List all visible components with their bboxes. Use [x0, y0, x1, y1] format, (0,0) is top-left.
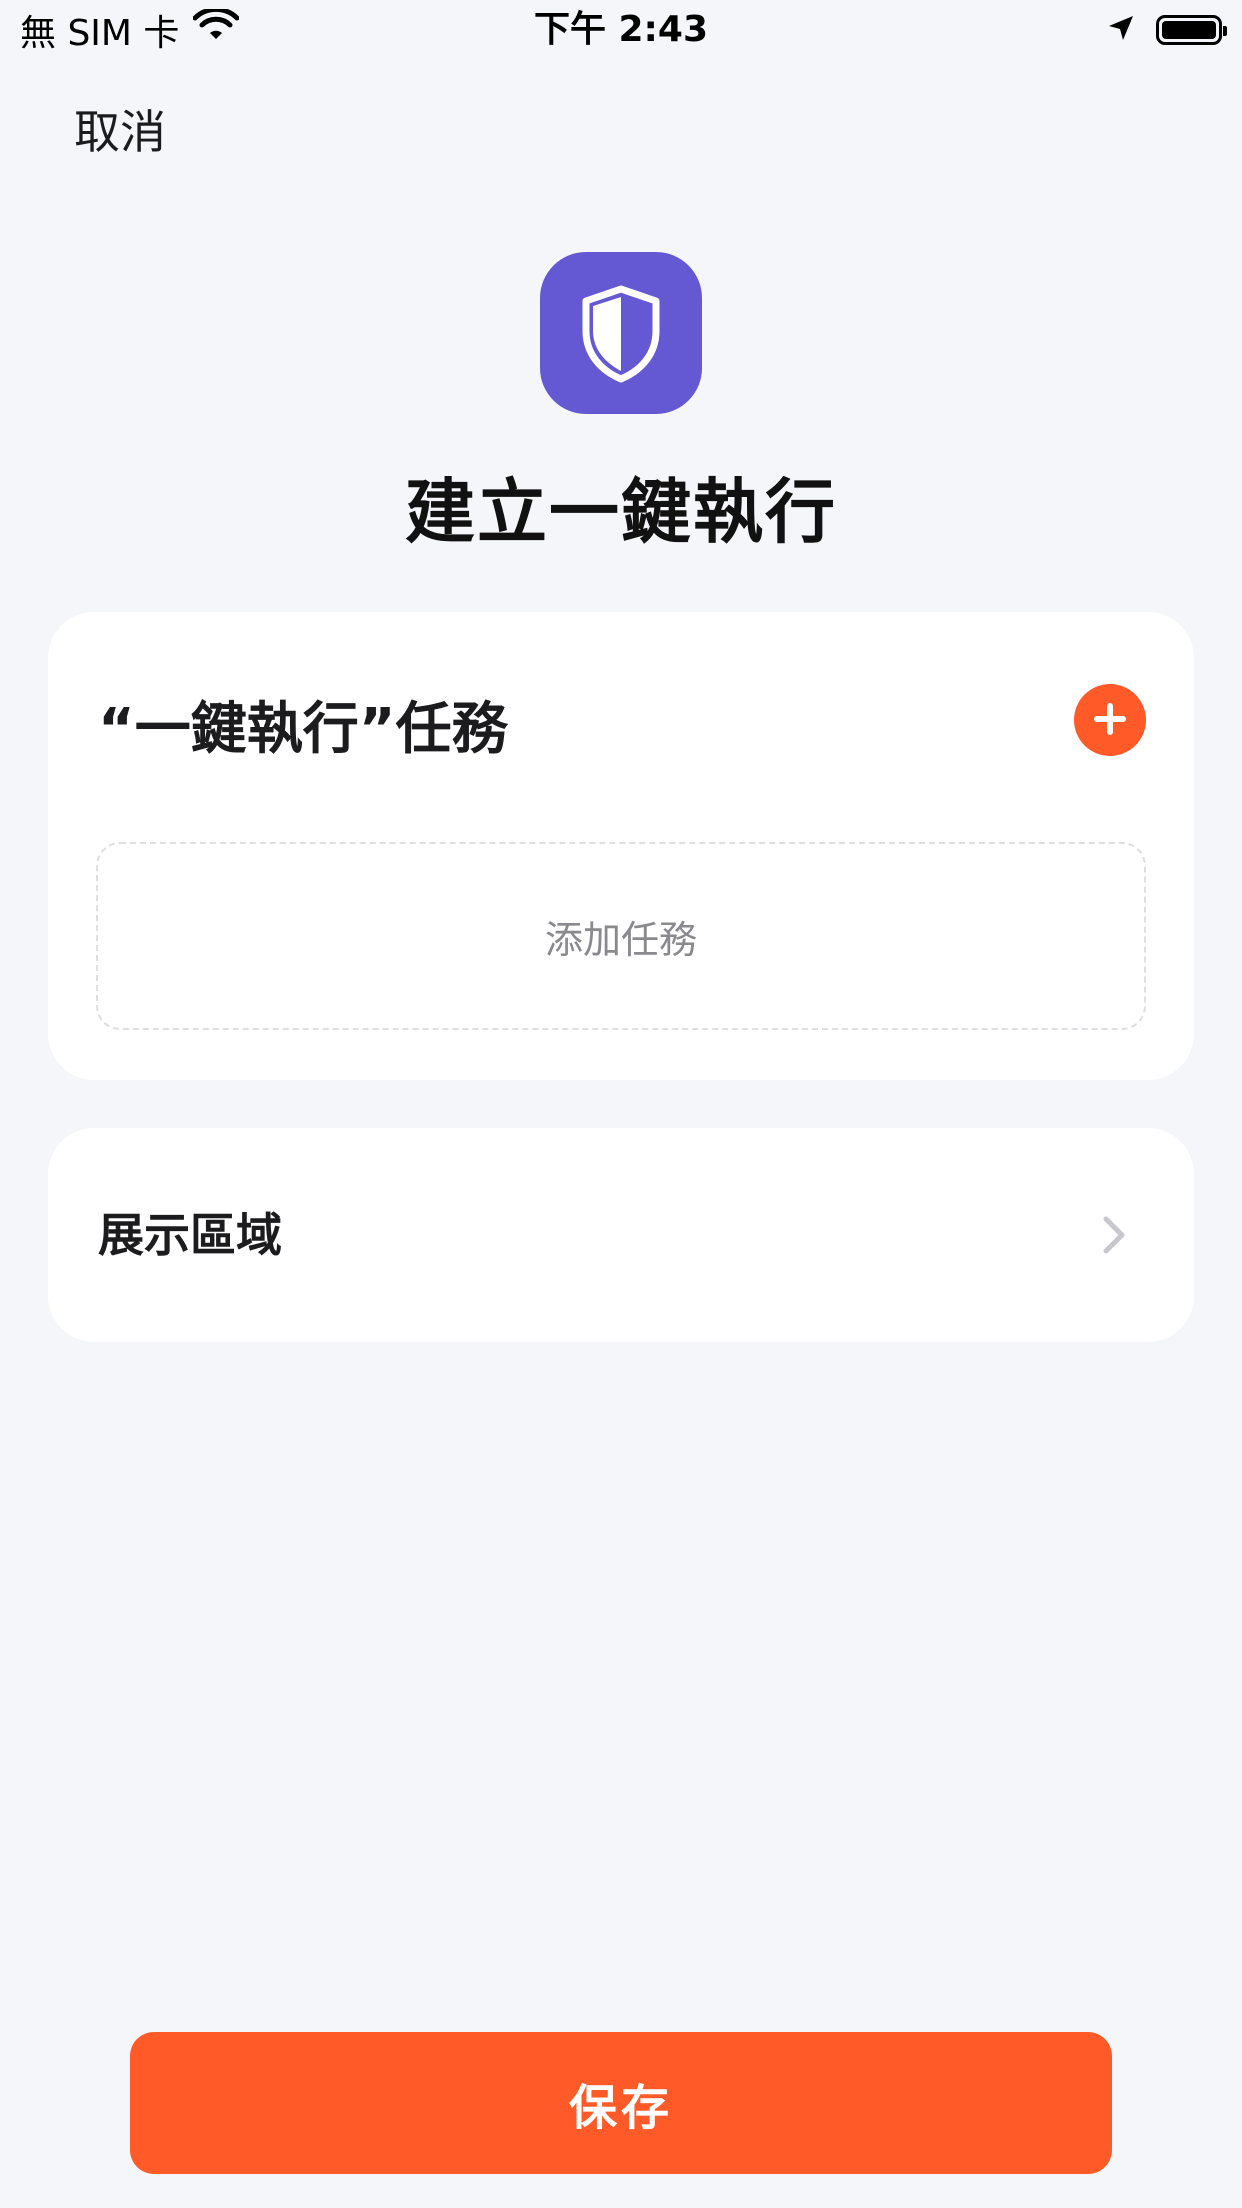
shield-icon [540, 252, 702, 414]
display-area-label: 展示區域 [98, 1208, 282, 1262]
tasks-title: “一鍵執行”任務 [98, 697, 508, 762]
tasks-card: “一鍵執行”任務 添加任務 [48, 612, 1194, 1080]
battery-icon [1156, 15, 1227, 45]
location-arrow-icon [1106, 13, 1136, 47]
status-time: 下午 2:43 [533, 9, 709, 50]
add-task-circle-button[interactable] [1074, 684, 1146, 756]
battery-fill [1162, 21, 1216, 39]
status-right [1106, 8, 1227, 52]
add-task-button[interactable]: 添加任務 [96, 842, 1146, 1030]
chevron-right-icon [1084, 1205, 1144, 1265]
display-area-row[interactable]: 展示區域 [48, 1128, 1194, 1342]
battery-tip [1223, 26, 1227, 36]
cancel-button[interactable]: 取消 [74, 96, 166, 162]
save-button[interactable]: 保存 [130, 2032, 1112, 2174]
status-bar: 無 SIM 卡 下午 2:43 [0, 0, 1242, 60]
plus-circle-icon [1090, 699, 1130, 742]
page-title: 建立一鍵執行 [405, 471, 837, 553]
